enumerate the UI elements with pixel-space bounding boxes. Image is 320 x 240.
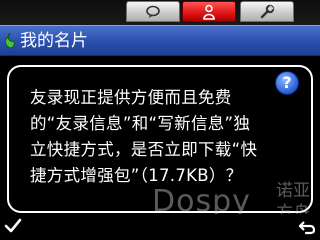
tab-messages[interactable]	[126, 1, 180, 22]
app-leaf-icon	[5, 32, 15, 49]
wrench-icon	[260, 4, 275, 18]
back-arrow-icon[interactable]	[298, 219, 316, 235]
dialog-message: 友录现正提供方便而且免费的“友录信息”和“写新信息”独立快捷方式，是否立即下载“…	[30, 88, 258, 185]
tab-profile[interactable]	[182, 1, 236, 22]
softkey-bar	[0, 214, 320, 240]
speech-bubble-icon	[146, 5, 160, 18]
tab-settings[interactable]	[240, 1, 294, 22]
tab-bar	[0, 0, 320, 25]
page-title: 我的名片	[20, 31, 88, 51]
page-header: 我的名片	[0, 25, 320, 56]
checkmark-icon[interactable]	[4, 218, 22, 234]
person-icon	[203, 4, 215, 20]
help-icon: ?	[275, 71, 299, 95]
